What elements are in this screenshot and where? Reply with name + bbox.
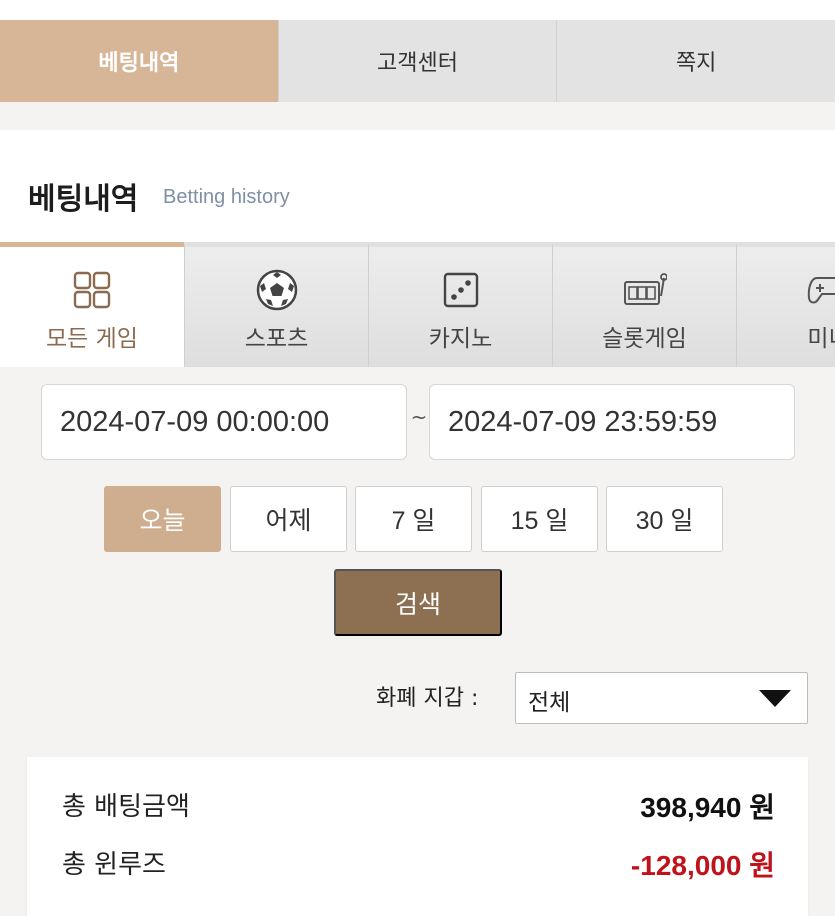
period-7days-button[interactable]: 7 일 bbox=[355, 486, 472, 552]
tab-sports[interactable]: 스포츠 bbox=[184, 242, 368, 367]
total-winloss-value: -128,000 원 bbox=[630, 850, 775, 881]
total-bet-label: 총 배팅금액 bbox=[62, 792, 190, 822]
tab-slot-games[interactable]: 슬롯게임 bbox=[552, 242, 736, 367]
tab-customer-center[interactable]: 고객센터 bbox=[277, 20, 557, 102]
tab-label: 스포츠 bbox=[244, 326, 309, 352]
soccer-ball-icon bbox=[254, 267, 300, 313]
wallet-selected-value: 전체 bbox=[528, 690, 571, 716]
caret-down-icon bbox=[759, 690, 791, 707]
slot-machine-icon bbox=[622, 267, 668, 313]
tab-label: 슬롯게임 bbox=[602, 326, 687, 352]
tab-mini-games[interactable]: 미니 bbox=[736, 242, 835, 367]
section-gap bbox=[0, 102, 835, 130]
total-bet-value: 398,940 원 bbox=[640, 792, 775, 823]
wallet-select[interactable]: 전체 bbox=[515, 672, 808, 724]
top-tab-bar: 베팅내역 고객센터 쪽지 bbox=[0, 20, 835, 102]
tab-label: 모든 게임 bbox=[46, 326, 138, 352]
period-30days-button[interactable]: 30 일 bbox=[606, 486, 723, 552]
game-category-tabs: 모든 게임 스포츠 카지노 슬롯게임 미 bbox=[0, 242, 835, 367]
grid-icon bbox=[69, 267, 115, 313]
gamepad-icon bbox=[806, 267, 835, 313]
tab-betting-history[interactable]: 베팅내역 bbox=[0, 20, 278, 102]
tab-label: 카지노 bbox=[428, 326, 493, 352]
date-from-field[interactable]: 2024-07-09 00:00:00 bbox=[41, 384, 407, 460]
date-range-separator: ~ bbox=[410, 405, 428, 429]
wallet-label: 화폐 지갑 : bbox=[376, 686, 479, 711]
date-to-field[interactable]: 2024-07-09 23:59:59 bbox=[429, 384, 795, 460]
tab-casino[interactable]: 카지노 bbox=[368, 242, 552, 367]
period-today-button[interactable]: 오늘 bbox=[104, 486, 221, 552]
total-bet-row: 총 배팅금액 398,940 원 bbox=[62, 786, 775, 826]
tab-all-games[interactable]: 모든 게임 bbox=[0, 242, 184, 367]
dice-icon bbox=[438, 267, 484, 313]
period-yesterday-button[interactable]: 어제 bbox=[230, 486, 347, 552]
search-button[interactable]: 검색 bbox=[334, 569, 502, 636]
betting-summary-panel: 총 배팅금액 398,940 원 총 윈루즈 -128,000 원 bbox=[27, 757, 808, 916]
page-subtitle: Betting history bbox=[163, 186, 290, 208]
top-strip bbox=[0, 0, 835, 20]
page-title: 베팅내역 bbox=[28, 182, 139, 217]
total-winloss-row: 총 윈루즈 -128,000 원 bbox=[62, 844, 775, 884]
tab-label: 미니 bbox=[807, 326, 835, 352]
tab-messages[interactable]: 쪽지 bbox=[556, 20, 835, 102]
period-15days-button[interactable]: 15 일 bbox=[481, 486, 598, 552]
page-header: 베팅내역 Betting history bbox=[0, 130, 835, 242]
total-winloss-label: 총 윈루즈 bbox=[62, 850, 166, 880]
